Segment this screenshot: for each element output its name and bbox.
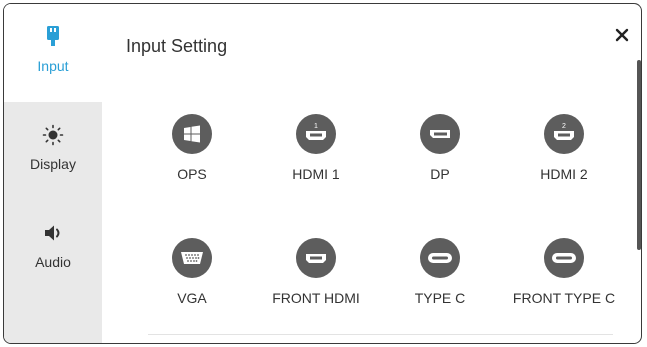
close-button[interactable] <box>609 24 635 50</box>
source-hdmi-1[interactable]: 1 HDMI 1 <box>256 114 376 182</box>
input-setting-window: Input Display Audio Input Setting OPS 1 … <box>3 3 642 344</box>
sidebar-item-audio[interactable]: Audio <box>4 200 102 298</box>
brightness-icon <box>42 124 64 146</box>
hdmi-icon <box>296 238 336 278</box>
source-label: DP <box>430 166 450 182</box>
sidebar-item-label: Display <box>30 156 76 172</box>
source-label: HDMI 1 <box>292 166 340 182</box>
windows-icon <box>172 114 212 154</box>
displayport-icon <box>420 114 460 154</box>
source-label: FRONT HDMI <box>272 290 360 306</box>
scrollbar[interactable] <box>637 60 641 250</box>
hdmi-1-icon: 1 <box>296 114 336 154</box>
sidebar-item-label: Input <box>37 58 69 74</box>
source-label: VGA <box>177 290 207 306</box>
speaker-icon <box>42 222 64 244</box>
source-dp[interactable]: DP <box>380 114 500 182</box>
source-front-type-c[interactable]: FRONT TYPE C <box>504 238 624 306</box>
close-icon <box>615 28 629 47</box>
main-content: Input Setting OPS 1 HDMI 1 DP 2 HDMI 2 V… <box>102 4 641 343</box>
usb-c-icon <box>544 238 584 278</box>
sidebar: Input Display Audio <box>4 4 102 343</box>
source-grid: OPS 1 HDMI 1 DP 2 HDMI 2 VGA FRONT HDMI … <box>132 114 622 314</box>
input-plug-icon <box>46 26 60 48</box>
source-hdmi-2[interactable]: 2 HDMI 2 <box>504 114 624 182</box>
port-number: 1 <box>314 123 318 130</box>
page-title: Input Setting <box>126 36 228 56</box>
source-label: TYPE C <box>414 290 466 306</box>
source-front-hdmi[interactable]: FRONT HDMI <box>256 238 376 306</box>
hdmi-2-icon: 2 <box>544 114 584 154</box>
divider <box>148 334 613 335</box>
source-label: HDMI 2 <box>540 166 588 182</box>
source-vga[interactable]: VGA <box>132 238 252 306</box>
sidebar-item-label: Audio <box>35 254 71 270</box>
sidebar-item-input[interactable]: Input <box>4 4 102 102</box>
port-number: 2 <box>562 123 566 130</box>
source-ops[interactable]: OPS <box>132 114 252 182</box>
vga-icon <box>172 238 212 278</box>
usb-c-icon <box>420 238 460 278</box>
source-label: FRONT TYPE C <box>512 290 616 306</box>
source-type-c[interactable]: TYPE C <box>380 238 500 306</box>
source-label: OPS <box>177 166 207 182</box>
sidebar-item-display[interactable]: Display <box>4 102 102 200</box>
